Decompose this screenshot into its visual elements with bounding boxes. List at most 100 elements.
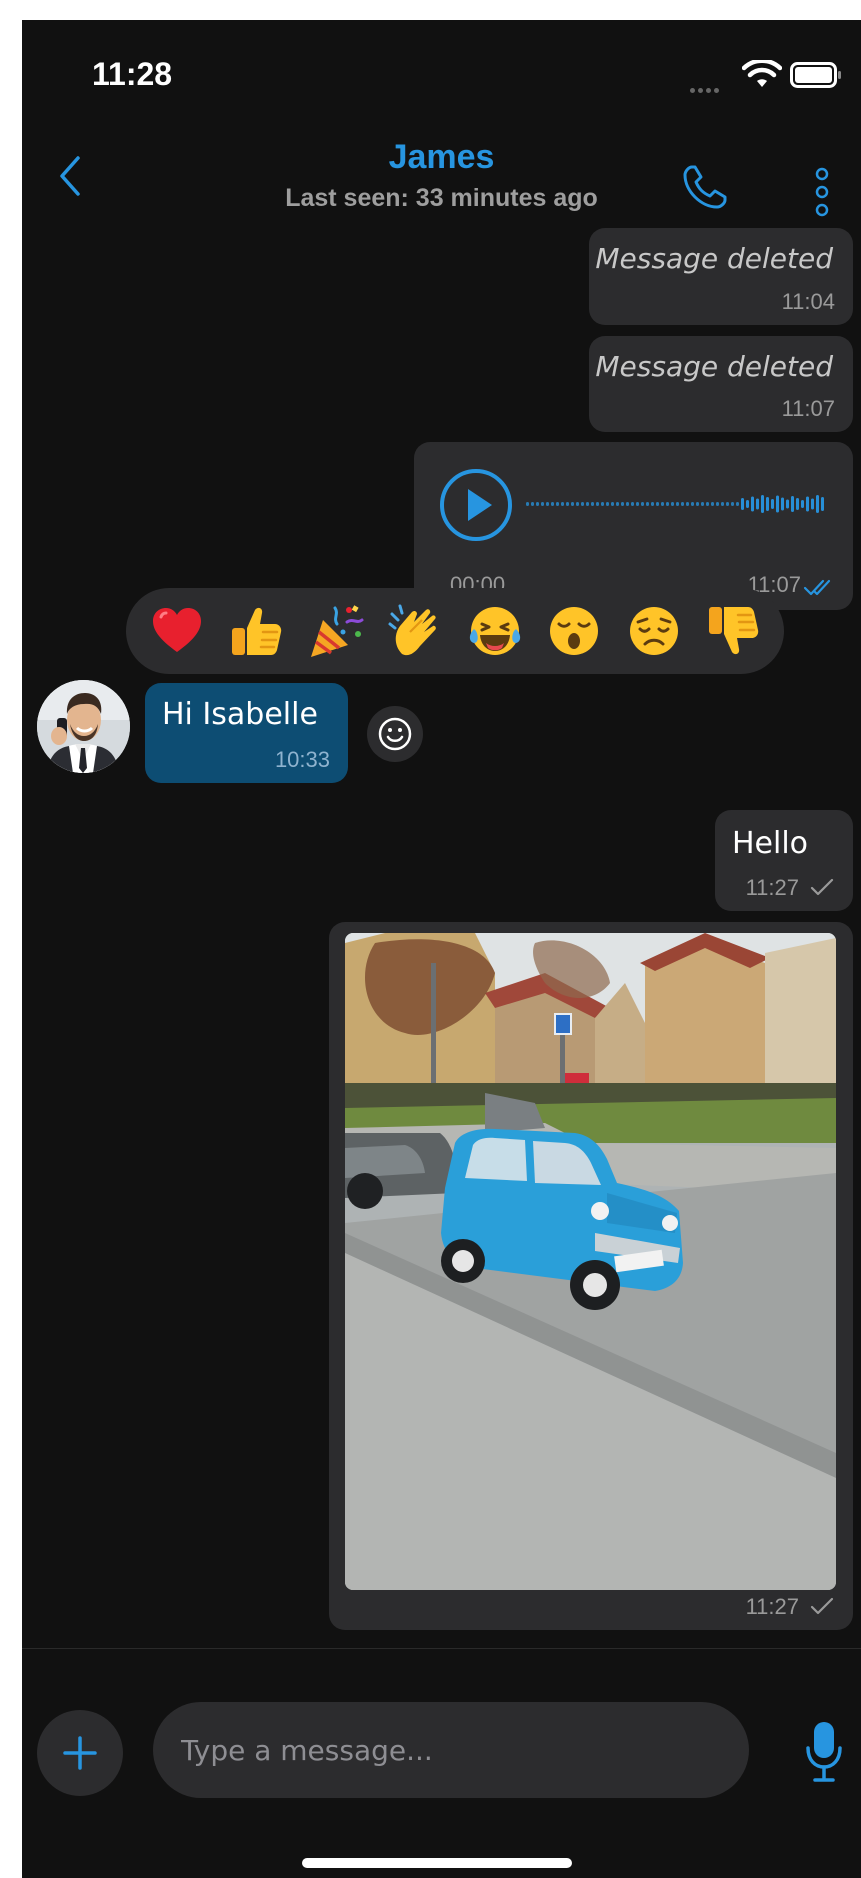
message-time: 11:04	[781, 289, 835, 314]
reaction-surprised[interactable]	[543, 600, 605, 662]
waveform-bar	[541, 502, 544, 506]
reaction-heart[interactable]	[146, 600, 208, 662]
car-photo	[345, 933, 836, 1590]
reaction-party[interactable]	[305, 600, 367, 662]
waveform-bar	[611, 502, 614, 506]
reaction-sad[interactable]	[623, 600, 685, 662]
waveform-bar	[661, 502, 664, 506]
waveform-bar	[556, 502, 559, 506]
message-time: 11:27	[745, 875, 799, 900]
status-time: 11:28	[92, 56, 173, 92]
waveform-bar	[526, 502, 529, 506]
party-popper-icon	[310, 605, 364, 657]
waveform-bar	[686, 502, 689, 506]
waveform-bar	[801, 500, 804, 508]
reaction-laugh[interactable]	[464, 600, 526, 662]
waveform-bar	[746, 500, 749, 508]
reaction-clap[interactable]	[384, 600, 446, 662]
waveform-bar	[726, 502, 729, 506]
waveform-bar	[721, 502, 724, 506]
sad-face-icon	[629, 607, 678, 655]
waveform-bar	[716, 502, 719, 506]
message-bubble-outgoing[interactable]: Hello 11:27	[715, 810, 853, 911]
waveform-bar	[546, 502, 549, 506]
last-seen-status: Last seen: 33 minutes ago	[285, 184, 598, 212]
add-attachment-button[interactable]	[37, 1710, 123, 1796]
waveform-bar	[666, 502, 669, 506]
more-options-button[interactable]	[812, 166, 832, 218]
waveform-bar	[636, 502, 639, 506]
waveform-bar	[776, 495, 779, 513]
waveform-bar	[646, 502, 649, 506]
waveform-bar	[651, 502, 654, 506]
waveform-bar	[711, 502, 714, 506]
battery-icon	[790, 62, 841, 88]
message-time: 10:33	[274, 747, 330, 772]
message-text: Hello	[732, 826, 809, 861]
waveform-bar	[561, 502, 564, 506]
input-divider	[22, 1648, 861, 1649]
waveform-bar	[741, 498, 744, 510]
message-time: 11:27	[745, 1594, 799, 1619]
waveform-bar	[731, 502, 734, 506]
waveform-bar	[821, 497, 824, 511]
photo-thumbnail[interactable]	[345, 933, 836, 1590]
waveform-bar	[791, 496, 794, 512]
waveform-bar	[756, 498, 759, 510]
waveform-bar	[641, 502, 644, 506]
waveform-bar	[806, 496, 809, 512]
waveform-bar	[566, 502, 569, 506]
waveform-bar	[606, 502, 609, 506]
waveform-bar	[796, 498, 799, 510]
double-check-icon	[803, 579, 831, 596]
deleted-message-text: Message deleted	[595, 350, 833, 383]
message-input[interactable]	[153, 1702, 749, 1798]
add-reaction-button[interactable]	[367, 706, 423, 762]
check-icon	[810, 878, 834, 896]
signal-icon	[690, 80, 726, 93]
reaction-picker	[126, 588, 784, 674]
reaction-thumbs-down[interactable]	[702, 600, 764, 662]
voice-message-bubble[interactable]: 00:00 11:07	[414, 442, 853, 610]
call-button[interactable]	[680, 162, 730, 212]
waveform-bar	[591, 502, 594, 506]
waveform-bar	[671, 502, 674, 506]
contact-name[interactable]: James	[22, 138, 861, 177]
surprised-face-icon	[550, 607, 599, 655]
message-time: 11:07	[781, 396, 835, 421]
waveform-bar	[701, 502, 704, 506]
avatar-image	[37, 680, 130, 773]
waveform-bar	[626, 502, 629, 506]
check-icon	[810, 1597, 834, 1615]
waveform-bar	[586, 502, 589, 506]
contact-avatar[interactable]	[37, 680, 130, 773]
plus-icon	[63, 1736, 97, 1770]
thumbs-down-icon	[708, 607, 759, 655]
waveform-bar	[681, 502, 684, 506]
message-bubble-deleted[interactable]: Message deleted 11:07	[589, 336, 853, 432]
microphone-button[interactable]	[804, 1720, 844, 1784]
waveform-bar	[536, 502, 539, 506]
clapping-hands-icon	[388, 604, 437, 656]
waveform-bar	[781, 497, 784, 511]
waveform-bar	[761, 495, 764, 513]
waveform-bar	[601, 502, 604, 506]
image-message-bubble[interactable]: 11:27	[329, 922, 853, 1630]
message-bubble-deleted[interactable]: Message deleted 11:04	[589, 228, 853, 325]
waveform-bar	[771, 499, 774, 509]
waveform-bar	[656, 502, 659, 506]
waveform-bar	[786, 499, 789, 509]
waveform-bar	[551, 502, 554, 506]
laughing-tears-icon	[469, 607, 520, 655]
audio-waveform[interactable]	[526, 482, 828, 526]
message-bubble-incoming[interactable]: Hi Isabelle 10:33	[145, 683, 348, 783]
chat-screen: 11:28 James Last seen: 33 minutes ago Me…	[22, 20, 861, 1878]
message-text: Hi Isabelle	[162, 697, 318, 732]
waveform-bar	[736, 502, 739, 506]
heart-icon	[153, 608, 201, 652]
waveform-bar	[811, 498, 814, 510]
thumbs-up-icon	[232, 607, 282, 655]
play-button[interactable]	[438, 467, 514, 543]
waveform-bar	[571, 502, 574, 506]
reaction-thumbs-up[interactable]	[225, 600, 287, 662]
